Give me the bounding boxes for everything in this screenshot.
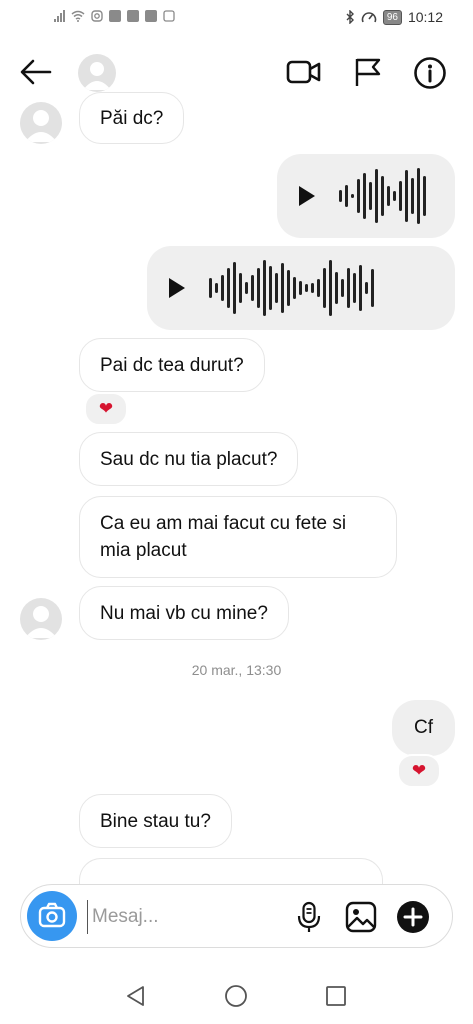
info-icon[interactable] (413, 56, 447, 90)
heart-icon: ❤ (98, 399, 114, 418)
message-bubble-incoming[interactable]: Nu mai vb cu mine? (79, 586, 289, 640)
nav-home-icon[interactable] (224, 984, 248, 1008)
wifi-icon (71, 10, 85, 22)
message-text: Nu mai vb cu mine? (100, 602, 268, 624)
status-bar: 96 10:12 (0, 0, 473, 36)
news-icon (127, 10, 139, 22)
message-text: Ca eu am mai facut cu fete si mia placut (100, 513, 347, 561)
status-right: 96 10:12 (345, 9, 443, 25)
mail-icon (145, 10, 157, 22)
system-nav-bar (0, 968, 473, 1024)
message-composer (20, 884, 453, 948)
video-call-icon[interactable] (286, 56, 322, 88)
status-left-icons (54, 10, 175, 22)
signal-icon (54, 10, 65, 22)
camera-button[interactable] (27, 891, 77, 941)
heart-reaction[interactable]: ❤ (84, 392, 128, 426)
chat-header (0, 36, 473, 104)
status-time: 10:12 (407, 9, 443, 25)
message-bubble-outgoing[interactable]: Cf (392, 700, 455, 756)
message-bubble-incoming[interactable]: Pai dc tea durut? (79, 338, 265, 392)
instagram-icon (91, 10, 103, 22)
bluetooth-icon (346, 10, 354, 24)
microphone-icon[interactable] (295, 901, 323, 933)
camera-icon (38, 902, 66, 928)
heart-reaction[interactable]: ❤ (397, 754, 441, 788)
message-input[interactable] (87, 900, 284, 934)
waveform (339, 168, 426, 224)
nav-back-icon[interactable] (124, 984, 148, 1008)
message-text: Sau dc nu tia placut? (100, 448, 278, 470)
image-icon[interactable] (345, 901, 377, 933)
message-text: Bine stau tu? (100, 810, 211, 832)
message-text: Pai dc tea durut? (100, 354, 244, 376)
message-text: Cf (414, 717, 433, 738)
message-bubble-incoming[interactable]: Ca eu am mai facut cu fete si mia placut (79, 496, 397, 578)
nav-recent-icon[interactable] (325, 985, 347, 1007)
plus-icon (403, 907, 423, 927)
facebook-icon (109, 10, 121, 22)
heart-icon: ❤ (411, 761, 427, 780)
speed-icon (361, 12, 377, 23)
r-icon (163, 10, 175, 22)
message-text: Păi dc? (100, 107, 164, 129)
play-icon[interactable] (169, 278, 185, 298)
voice-message-outgoing[interactable] (277, 154, 455, 238)
battery-indicator: 96 (382, 9, 402, 25)
play-icon[interactable] (299, 186, 315, 206)
back-arrow-icon[interactable] (18, 56, 54, 88)
message-bubble-incoming[interactable]: Bine stau tu? (79, 794, 232, 848)
sender-avatar[interactable] (20, 598, 62, 640)
flag-icon[interactable] (352, 56, 384, 88)
message-bubble-incoming[interactable]: Sau dc nu tia placut? (79, 432, 299, 486)
add-button[interactable] (397, 901, 429, 933)
avatar[interactable] (78, 54, 116, 92)
waveform (209, 260, 374, 316)
voice-message-outgoing[interactable] (147, 246, 455, 330)
message-timestamp: 20 mar., 13:30 (191, 662, 282, 678)
sender-avatar[interactable] (20, 102, 62, 144)
message-bubble-incoming[interactable]: Păi dc? (79, 92, 185, 144)
